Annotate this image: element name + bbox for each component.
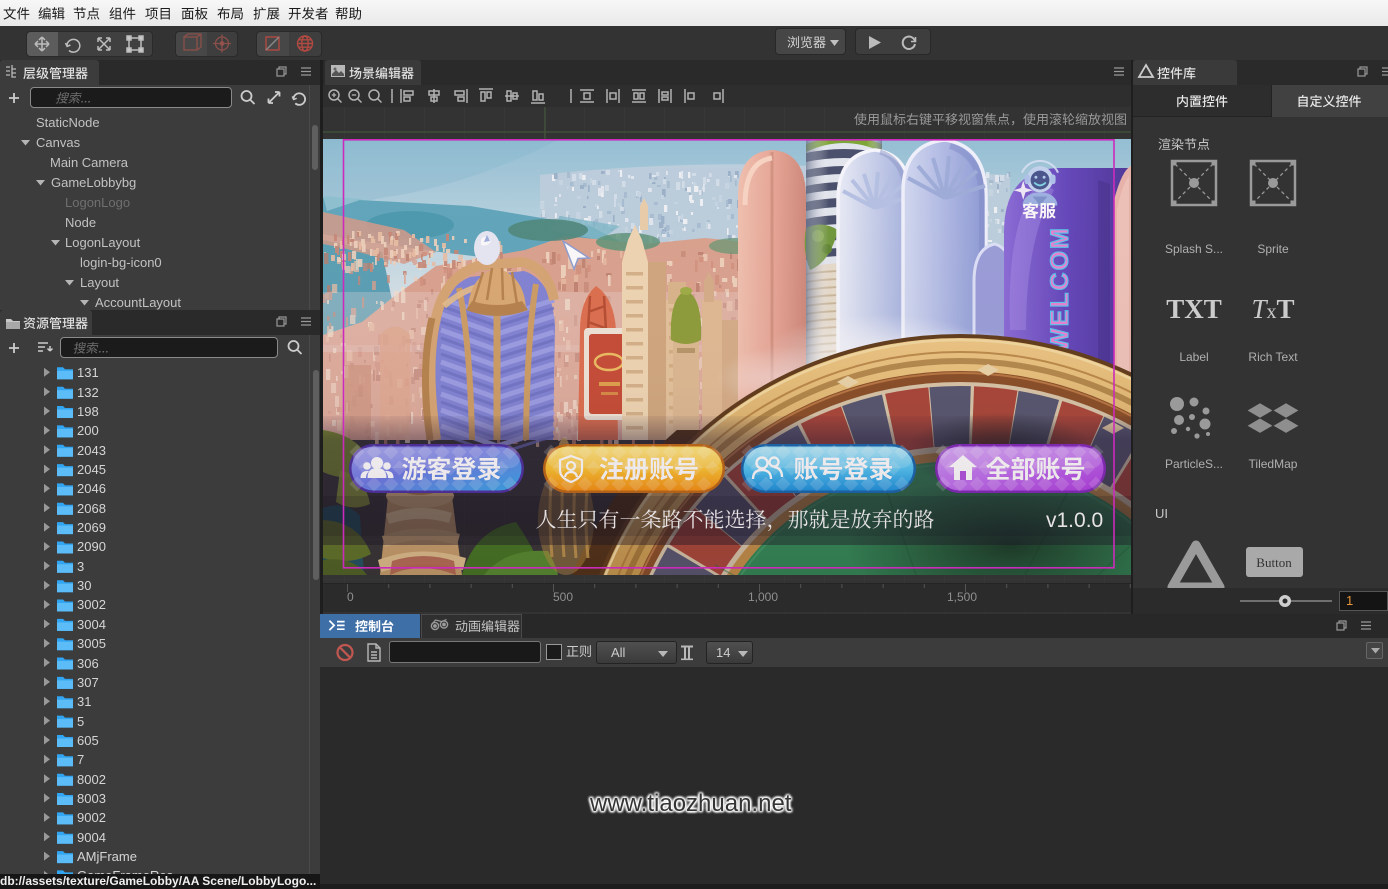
svg-text:TXT: TXT bbox=[1166, 294, 1222, 324]
svg-text:ParticleS...: ParticleS... bbox=[1165, 457, 1223, 471]
svg-text:Splash S...: Splash S... bbox=[1165, 242, 1223, 256]
svg-text:Sprite: Sprite bbox=[1257, 242, 1289, 256]
svg-text:UI: UI bbox=[1155, 506, 1168, 521]
svg-text:Rich Text: Rich Text bbox=[1248, 350, 1298, 364]
svg-text:Button: Button bbox=[1256, 555, 1292, 570]
svg-text:Label: Label bbox=[1179, 350, 1208, 364]
svg-text:TxT: TxT bbox=[1251, 294, 1294, 324]
svg-text:TiledMap: TiledMap bbox=[1249, 457, 1298, 471]
